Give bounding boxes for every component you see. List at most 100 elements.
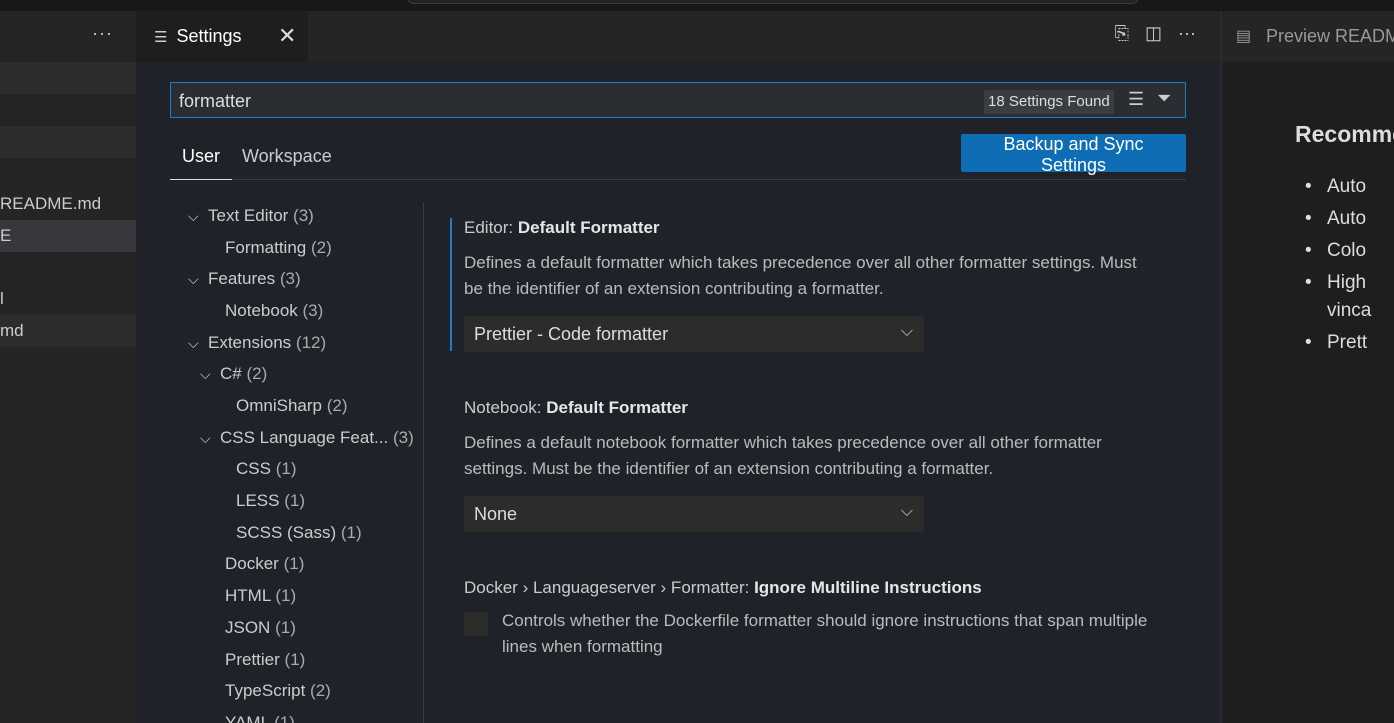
clear-filter-icon[interactable]: ☰ <box>1128 89 1144 110</box>
list-item: Auto <box>1305 207 1371 239</box>
tab-settings[interactable]: ☰ Settings ✕ <box>136 11 308 62</box>
chevron-down-icon: ⌵ <box>188 208 199 224</box>
explorer-item[interactable]: E <box>0 220 136 252</box>
default-formatter-dropdown[interactable]: Prettier - Code formatter ⌵ <box>464 316 924 352</box>
results-count-badge: 18 Settings Found <box>984 90 1114 114</box>
toc-label: CSS Language Feat... <box>220 428 389 447</box>
toc-count: (3) <box>392 428 414 447</box>
toc-label: Prettier <box>225 650 280 669</box>
toc-count: (1) <box>284 650 306 669</box>
tab-label: Preview README <box>1266 26 1394 46</box>
settings-scope-tabs: User Workspace Backup and Sync Settings <box>169 134 1186 180</box>
setting-title: Notebook: Default Formatter <box>464 398 1184 418</box>
toc-item[interactable]: Docker (1) <box>225 552 304 576</box>
editor-group: ☰ Settings ✕ ⎘ ◫ ··· 18 Settings Found ☰… <box>136 11 1220 723</box>
setting-description: Defines a default formatter which takes … <box>464 253 1137 298</box>
toc-item[interactable]: CSS (1) <box>236 457 296 481</box>
toc-count: (1) <box>275 618 296 637</box>
toc-item[interactable]: ⌵ C# (2) <box>200 362 267 386</box>
setting-category: Notebook: <box>464 398 547 417</box>
settings-list: Editor: Default Formatter Defines a defa… <box>450 202 1184 723</box>
explorer-item-label: README.md <box>0 194 102 213</box>
toc-item[interactable]: Notebook (3) <box>225 299 323 323</box>
toc-item[interactable]: HTML (1) <box>225 584 296 608</box>
toc-label: Extensions <box>208 333 292 352</box>
setting-docker-ignore-multiline: Docker › Languageserver › Formatter: Ign… <box>464 578 1184 656</box>
explorer-item-label: md <box>0 321 24 340</box>
explorer-item[interactable] <box>0 62 136 94</box>
preview-icon: ▤ <box>1236 28 1252 45</box>
toc-item[interactable]: Formatting (2) <box>225 236 332 260</box>
setting-editor-default-formatter: Editor: Default Formatter Defines a defa… <box>450 218 1184 352</box>
setting-name: Default Formatter <box>546 398 688 417</box>
toc-count: (1) <box>283 554 305 573</box>
chevron-down-icon: ⌵ <box>200 430 211 446</box>
setting-category: Docker › Languageserver › Formatter: <box>464 578 755 597</box>
toc-label: Notebook <box>225 301 298 320</box>
backup-sync-button[interactable]: Backup and Sync Settings <box>961 134 1186 175</box>
toc-item[interactable]: Prettier (1) <box>225 648 305 672</box>
settings-editor: 18 Settings Found ☰ ⏷ User Workspace Bac… <box>136 62 1220 723</box>
toc-count: (1) <box>275 459 297 478</box>
toc-count: (3) <box>293 206 314 225</box>
explorer-item[interactable]: md <box>0 315 136 347</box>
toc-count: (1) <box>274 713 295 723</box>
setting-title: Docker › Languageserver › Formatter: Ign… <box>464 578 1184 598</box>
close-icon[interactable]: ✕ <box>278 23 296 49</box>
toc-item[interactable]: ⌵ CSS Language Feat... (3) <box>200 426 414 450</box>
toc-label: LESS <box>236 491 280 510</box>
toc-count: (2) <box>310 681 331 700</box>
toc-label: TypeScript <box>225 681 306 700</box>
tab-workspace[interactable]: Workspace <box>242 146 332 167</box>
toc-item[interactable]: OmniSharp (2) <box>236 394 348 418</box>
toc-label: JSON <box>225 618 271 637</box>
dropdown-value: Prettier - Code formatter <box>474 324 669 344</box>
setting-category: Editor: <box>464 218 518 237</box>
dropdown-value: None <box>474 504 518 524</box>
toc-count: (1) <box>340 523 362 542</box>
more-actions-icon[interactable]: ··· <box>1178 23 1196 44</box>
toc-item[interactable]: YAML (1) <box>225 711 295 723</box>
search-input[interactable] <box>179 89 879 113</box>
list-item: Colo <box>1305 239 1371 271</box>
toc-item[interactable]: ⌵ Text Editor (3) <box>188 204 314 228</box>
ignore-multiline-checkbox[interactable] <box>464 612 488 636</box>
tab-preview-readme[interactable]: ▤ Preview README <box>1222 11 1394 62</box>
preview-pane: ▤ Preview README Recommended Auto Auto C… <box>1222 11 1394 723</box>
chevron-down-icon: ⌵ <box>900 503 913 520</box>
title-bar <box>0 0 1394 11</box>
toc-label: SCSS (Sass) <box>236 523 337 542</box>
toc-item[interactable]: ⌵ Features (3) <box>188 267 301 291</box>
setting-notebook-default-formatter: Notebook: Default Formatter Defines a de… <box>464 398 1184 532</box>
explorer-item[interactable]: README.md <box>0 188 136 220</box>
setting-name: Ignore Multiline Instructions <box>754 578 982 597</box>
toc-label: YAML <box>225 713 270 723</box>
toc-item[interactable]: LESS (1) <box>236 489 305 513</box>
chevron-down-icon: ⌵ <box>188 271 199 287</box>
toc-item[interactable]: SCSS (Sass) (1) <box>236 521 362 545</box>
toc-count: (3) <box>279 269 301 288</box>
command-center[interactable] <box>408 0 1138 4</box>
list-item: Auto <box>1305 175 1371 207</box>
settings-search-box: 18 Settings Found ☰ ⏷ <box>170 82 1186 118</box>
toc-label: HTML <box>225 586 271 605</box>
toc-count: (1) <box>284 491 305 510</box>
toc-count: (3) <box>302 301 324 320</box>
filter-icon[interactable]: ⏷ <box>1157 88 1171 109</box>
explorer-item[interactable]: l <box>0 283 136 315</box>
explorer-more-actions-icon[interactable]: ··· <box>92 23 113 44</box>
chevron-down-icon: ⌵ <box>188 335 199 351</box>
toc-item[interactable]: ⌵ Extensions (12) <box>188 331 326 355</box>
toc-label: Text Editor <box>208 206 289 225</box>
tab-user[interactable]: User <box>169 146 233 180</box>
split-editor-icon[interactable]: ◫ <box>1145 23 1162 44</box>
toc-item[interactable]: JSON (1) <box>225 616 296 640</box>
toc-item[interactable]: TypeScript (2) <box>225 679 331 703</box>
toc-label: C# <box>220 364 242 383</box>
notebook-formatter-dropdown[interactable]: None ⌵ <box>464 496 924 532</box>
explorer-item[interactable] <box>0 126 136 158</box>
toc-label: CSS <box>236 459 271 478</box>
toc-label: Features <box>208 269 276 288</box>
open-settings-json-icon[interactable]: ⎘ <box>1115 23 1129 44</box>
toc-label: OmniSharp <box>236 396 322 415</box>
